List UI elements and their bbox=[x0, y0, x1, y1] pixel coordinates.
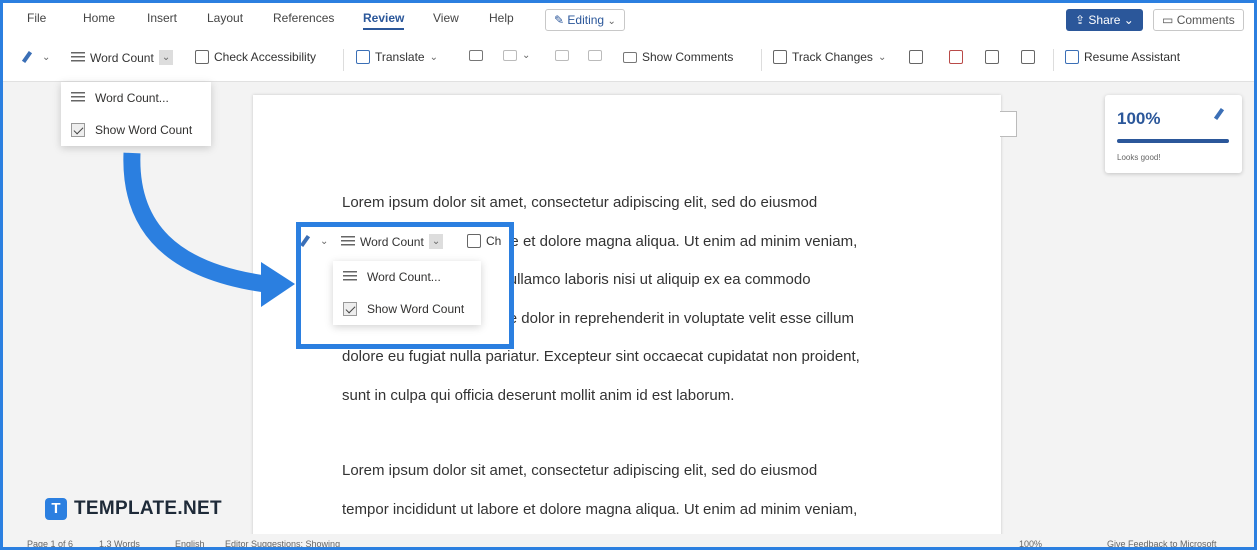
new-comment-icon bbox=[469, 50, 483, 61]
tab-help[interactable]: Help bbox=[489, 11, 514, 25]
chevron-down-icon: ⌄ bbox=[522, 50, 531, 61]
delete-comment-button[interactable]: ⌄ bbox=[503, 50, 530, 61]
language-status[interactable]: English bbox=[175, 539, 205, 547]
ribbon-divider bbox=[343, 49, 344, 71]
editor-note: Looks good! bbox=[1117, 153, 1161, 162]
text-line: Lorem ipsum dolor sit amet, consectetur … bbox=[342, 194, 818, 211]
next-change-icon bbox=[1021, 50, 1035, 64]
chevron-down-icon: ⌄ bbox=[877, 51, 887, 63]
curved-arrow-icon bbox=[123, 152, 295, 307]
editor-status[interactable]: Editor Suggestions: Showing bbox=[225, 539, 340, 547]
comment-icon: ▭ bbox=[1162, 13, 1174, 27]
page-side-tab bbox=[1000, 111, 1017, 137]
translate-label: Translate bbox=[375, 50, 425, 64]
resume-assistant-label: Resume Assistant bbox=[1084, 50, 1181, 64]
tab-view[interactable]: View bbox=[433, 11, 459, 25]
previous-comment-button[interactable] bbox=[555, 50, 569, 61]
share-button[interactable]: ⇪ Share ⌄ bbox=[1066, 9, 1143, 31]
translate-icon bbox=[356, 50, 370, 64]
chevron-down-icon: ⌄ bbox=[607, 16, 616, 27]
editing-label: Editing bbox=[567, 13, 605, 27]
ribbon-divider bbox=[1053, 49, 1054, 71]
track-changes-label: Track Changes bbox=[792, 50, 873, 64]
accept-icon bbox=[909, 50, 923, 64]
next-comment-icon bbox=[588, 50, 602, 61]
editor-pen-icon bbox=[1215, 107, 1229, 121]
template-net-logo: T TEMPLATE.NET bbox=[45, 498, 222, 520]
logo-text: TEMPLATE.NET bbox=[74, 498, 222, 519]
comments-button[interactable]: ▭ Comments bbox=[1153, 9, 1244, 31]
share-icon: ⇪ bbox=[1075, 13, 1086, 27]
page-count: Page 1 of 6 bbox=[27, 539, 74, 549]
text-line: tempor incididunt ut labore et dolore ma… bbox=[342, 500, 858, 518]
chevron-down-icon: ⌄ bbox=[1123, 13, 1134, 27]
text-line: Lorem ipsum dolor sit amet, consectetur … bbox=[342, 462, 818, 479]
status-bar: Page 1 of 6 1,3 Words English Editor Sug… bbox=[3, 534, 1254, 549]
next-change-button[interactable] bbox=[1021, 50, 1035, 64]
tab-review[interactable]: Review bbox=[363, 11, 405, 30]
next-comment-button[interactable] bbox=[588, 50, 602, 61]
editor-progress-bar bbox=[1117, 139, 1229, 143]
reject-icon bbox=[949, 50, 963, 64]
feedback-link[interactable]: Give Feedback to Microsoft bbox=[1107, 539, 1217, 547]
word-count-status[interactable]: 1,3 Words bbox=[99, 539, 140, 547]
show-comments-icon bbox=[623, 51, 637, 63]
previous-comment-icon bbox=[555, 50, 569, 61]
accept-change-button[interactable] bbox=[909, 50, 923, 64]
paragraph-2: Lorem ipsum dolor sit amet, consectetur … bbox=[342, 452, 857, 529]
editor-score-card[interactable]: 100% Looks good! bbox=[1105, 95, 1242, 173]
previous-change-icon bbox=[985, 50, 999, 64]
zoom-level[interactable]: 100% bbox=[1019, 539, 1042, 547]
previous-change-button[interactable] bbox=[985, 50, 999, 64]
new-comment-button[interactable] bbox=[469, 50, 483, 61]
logo-mark-icon: T bbox=[45, 498, 67, 520]
highlight-box bbox=[296, 222, 514, 349]
resume-assistant-icon bbox=[1065, 50, 1079, 64]
resume-assistant-button[interactable]: Resume Assistant bbox=[1065, 50, 1180, 64]
editor-score: 100% bbox=[1117, 109, 1161, 128]
reject-change-button[interactable] bbox=[949, 50, 963, 64]
share-label: Share bbox=[1088, 13, 1121, 27]
show-comments-button[interactable]: Show Comments bbox=[623, 50, 733, 64]
show-comments-label: Show Comments bbox=[642, 50, 734, 64]
delete-comment-icon bbox=[503, 50, 517, 61]
ribbon-divider bbox=[761, 49, 762, 71]
track-changes-icon bbox=[773, 50, 787, 64]
app-window: File Home Insert Layout References Revie… bbox=[0, 0, 1257, 550]
track-changes-button[interactable]: Track Changes ⌄ bbox=[773, 50, 886, 64]
translate-button[interactable]: Translate ⌄ bbox=[356, 50, 438, 64]
text-line: sunt in culpa qui officia deserunt molli… bbox=[342, 386, 735, 404]
chevron-down-icon: ⌄ bbox=[429, 51, 438, 63]
editing-mode-button[interactable]: ✎ Editing ⌄ bbox=[545, 9, 625, 31]
comments-label: Comments bbox=[1176, 13, 1235, 27]
